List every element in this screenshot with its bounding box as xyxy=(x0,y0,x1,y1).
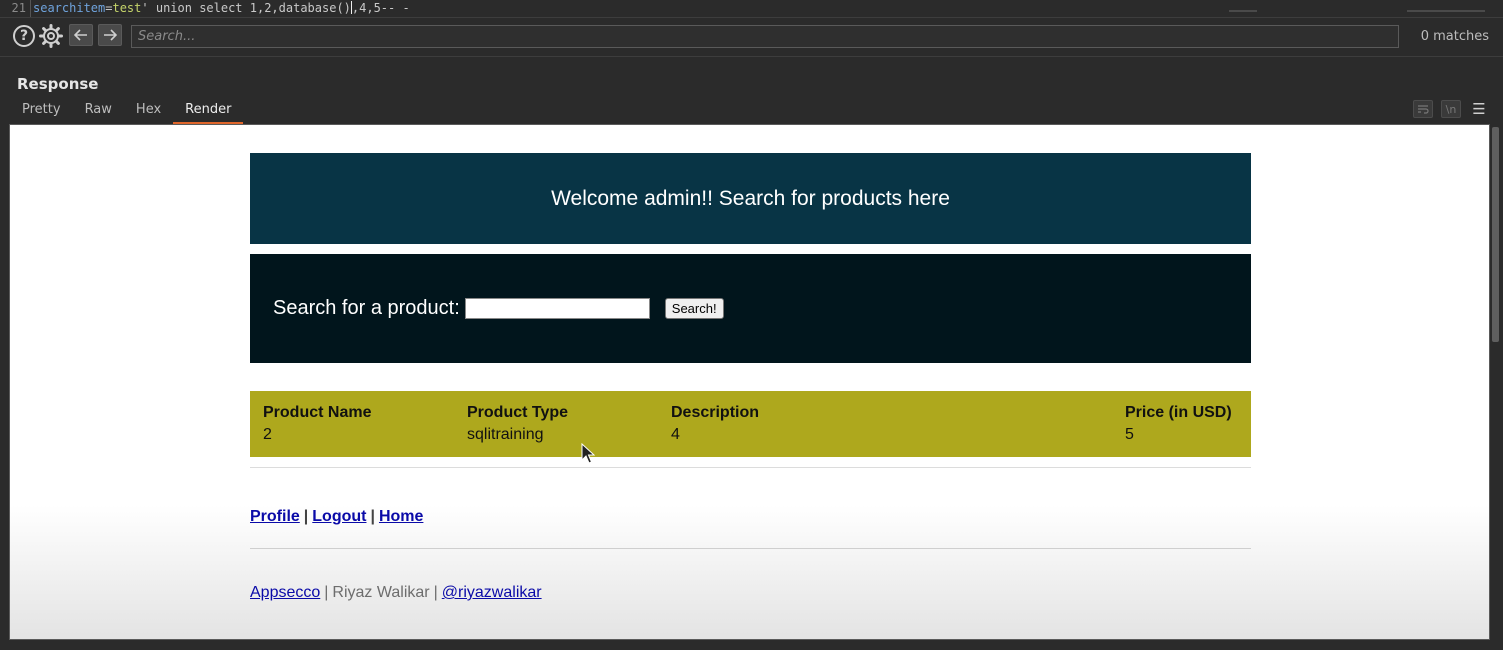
render-scrollbar-thumb[interactable] xyxy=(1492,127,1499,342)
search-button[interactable]: Search! xyxy=(664,298,724,319)
tab-raw[interactable]: Raw xyxy=(73,99,124,124)
nav-separator: | xyxy=(303,508,309,525)
footer-divider xyxy=(250,548,1251,549)
column-product-name: Product Name 2 xyxy=(263,404,371,444)
footer-author: Riyaz Walikar xyxy=(332,584,430,601)
footer-separator: | xyxy=(433,584,438,601)
show-newlines-toggle[interactable]: \n xyxy=(1441,100,1461,118)
response-tools: \n ☰ xyxy=(1413,100,1489,118)
tab-hex[interactable]: Hex xyxy=(124,99,173,124)
gutter-separator xyxy=(30,0,31,17)
cell-price: 5 xyxy=(1125,426,1134,443)
toolbar-divider xyxy=(0,56,1503,57)
footer-separator: | xyxy=(324,584,329,601)
payload-after-caret: ,4,5-- - xyxy=(351,1,410,15)
word-wrap-toggle[interactable] xyxy=(1413,100,1433,118)
header-price: Price (in USD) xyxy=(1125,404,1232,421)
param-name: searchitem xyxy=(33,1,106,15)
response-view-tabs: Pretty Raw Hex Render xyxy=(10,99,244,124)
header-product-name: Product Name xyxy=(263,404,372,421)
logout-link[interactable]: Logout xyxy=(312,508,366,525)
twitter-handle-link[interactable]: @riyazwalikar xyxy=(442,584,542,601)
previous-match-button[interactable] xyxy=(69,24,93,46)
search-input[interactable] xyxy=(131,25,1399,48)
bottom-strip xyxy=(0,640,1503,650)
header-product-type: Product Type xyxy=(467,404,569,421)
response-title: Response xyxy=(17,75,99,93)
request-editor-line[interactable]: 21 searchitem=test' union select 1,2,dat… xyxy=(0,0,1503,17)
param-value: test xyxy=(112,1,142,15)
site-nav-links: Profile | Logout | Home xyxy=(250,508,423,526)
mouse-cursor-icon xyxy=(581,443,595,464)
column-price: Price (in USD) 5 xyxy=(1125,404,1232,444)
appsecco-link[interactable]: Appsecco xyxy=(250,584,320,601)
product-search-form: Search for a product: Search! xyxy=(250,254,1251,363)
menu-icon[interactable]: ☰ xyxy=(1469,100,1489,118)
welcome-text: Welcome admin!! Search for products here xyxy=(551,186,950,210)
header-description: Description xyxy=(671,404,760,421)
results-table: Product Name 2 Product Type sqlitraining… xyxy=(250,391,1251,457)
profile-link[interactable]: Profile xyxy=(250,508,300,525)
gear-icon[interactable] xyxy=(38,23,64,49)
search-product-label: Search for a product: xyxy=(273,297,460,319)
wrap-icon xyxy=(1418,105,1429,114)
home-link[interactable]: Home xyxy=(379,508,423,525)
render-viewport: Welcome admin!! Search for products here… xyxy=(9,124,1490,640)
tab-pretty[interactable]: Pretty xyxy=(10,99,73,124)
arrow-right-icon xyxy=(104,29,117,41)
product-search-input[interactable] xyxy=(464,298,650,319)
editor-top-decoration xyxy=(1069,0,1485,16)
site-footer: Appsecco | Riyaz Walikar | @riyazwalikar xyxy=(250,584,542,602)
payload-before-caret: ' union select 1,2,database() xyxy=(141,1,351,15)
help-icon[interactable]: ? xyxy=(13,25,35,47)
match-count: 0 matches xyxy=(1420,29,1489,44)
cell-product-type: sqlitraining xyxy=(467,426,544,443)
cell-description: 4 xyxy=(671,426,680,443)
welcome-banner: Welcome admin!! Search for products here xyxy=(250,153,1251,244)
cell-product-name: 2 xyxy=(263,426,272,443)
content-divider xyxy=(250,467,1251,468)
request-body-text[interactable]: searchitem=test' union select 1,2,databa… xyxy=(33,0,410,16)
tab-render[interactable]: Render xyxy=(173,99,244,124)
line-number: 21 xyxy=(11,1,26,15)
nav-separator: | xyxy=(370,508,375,525)
search-toolbar: ? 0 matches xyxy=(0,18,1503,56)
column-product-type: Product Type sqlitraining xyxy=(467,404,568,444)
column-description: Description 4 xyxy=(671,404,759,444)
arrow-left-icon xyxy=(74,29,87,41)
next-match-button[interactable] xyxy=(98,24,122,46)
